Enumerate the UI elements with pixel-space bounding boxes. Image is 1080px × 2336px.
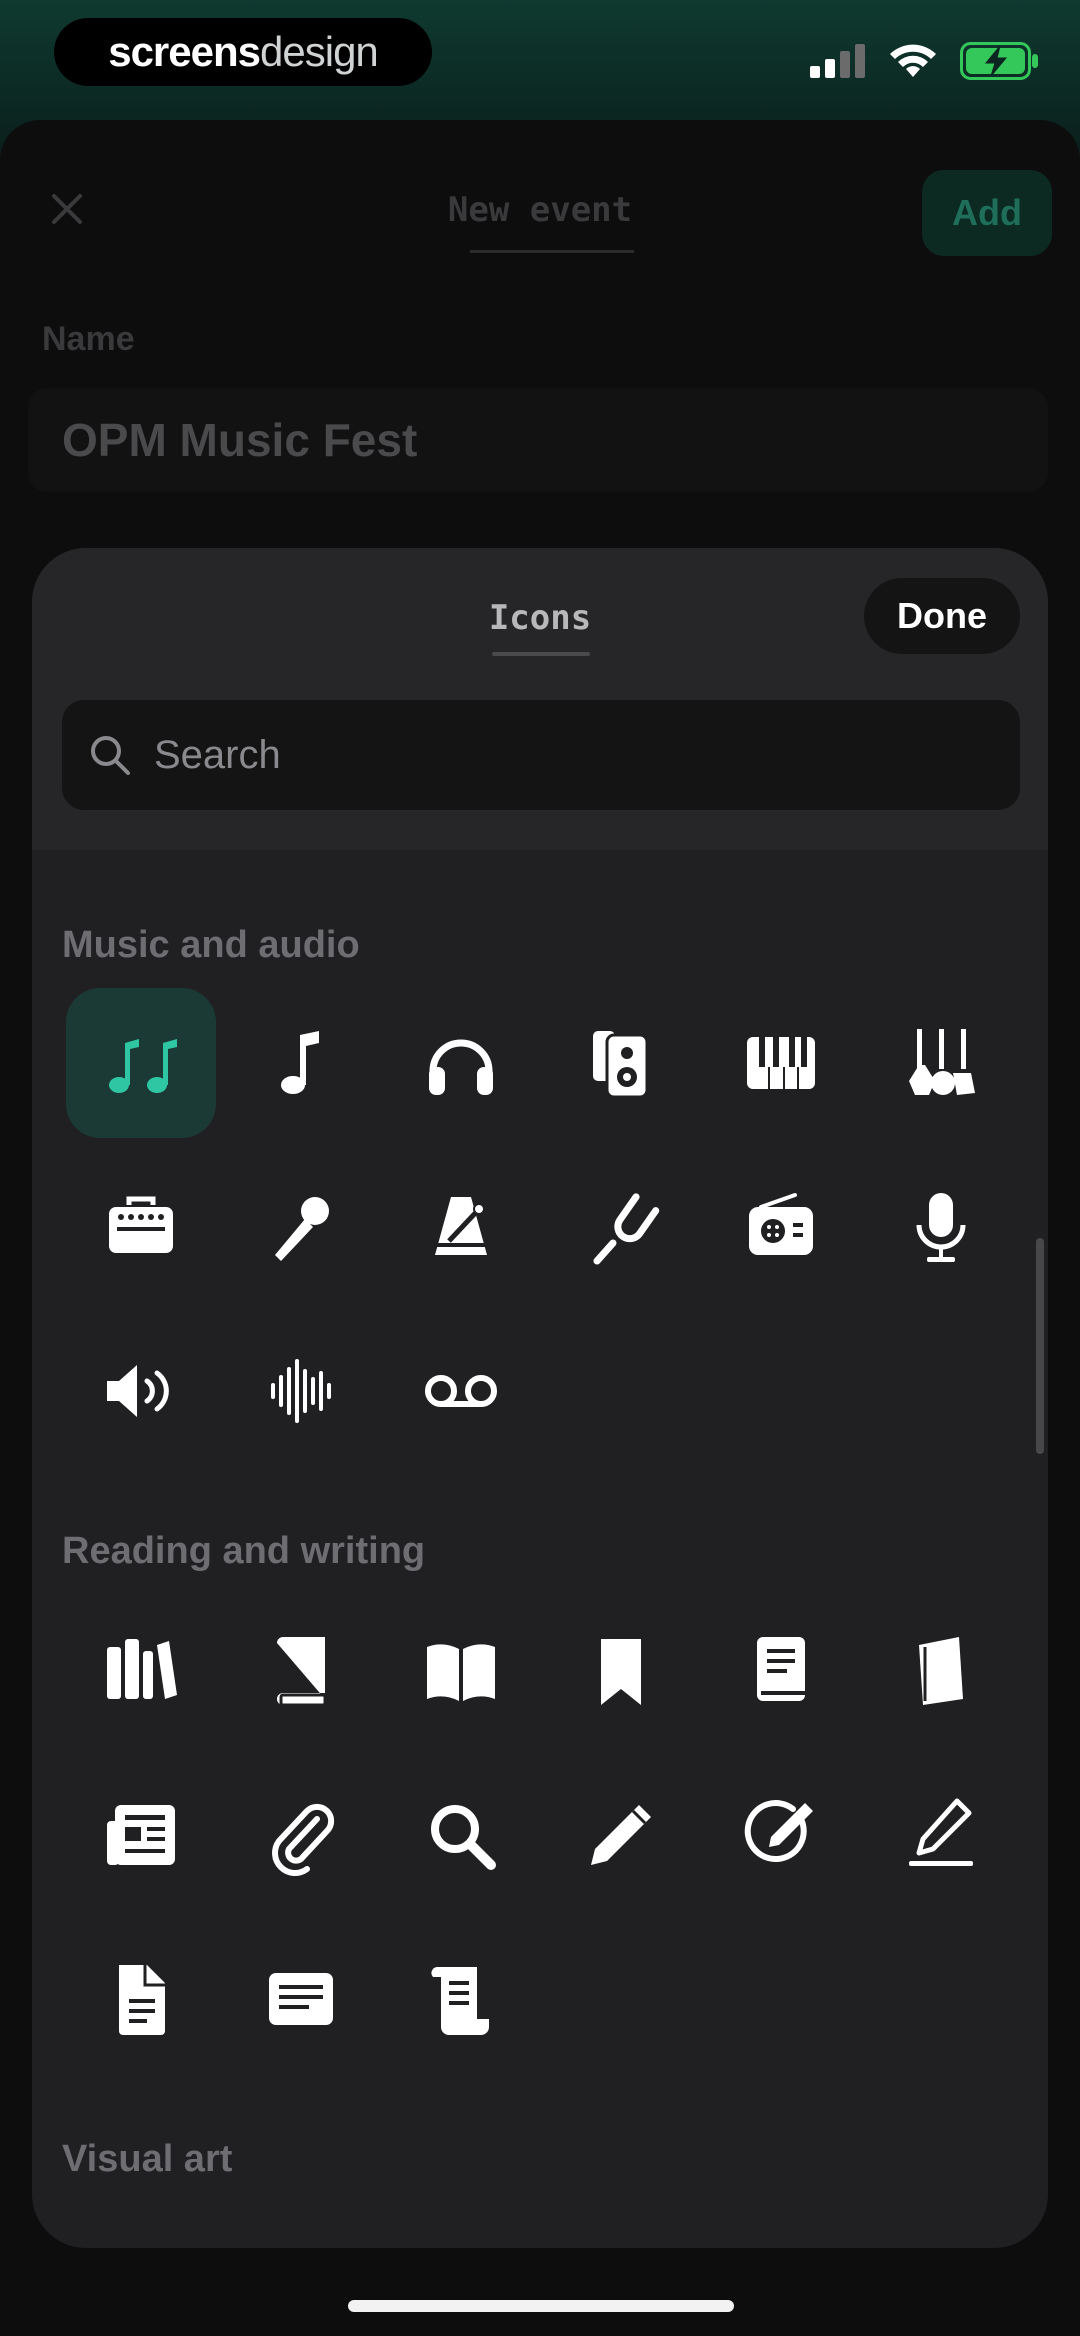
tuning-fork-icon: [593, 1193, 660, 1265]
icon-option-pencil-line[interactable]: [866, 1760, 1016, 1910]
text-box-icon: [269, 1973, 333, 2025]
icon-option-book-closed[interactable]: [226, 1596, 376, 1746]
books-icon: [107, 1639, 177, 1699]
paperclip-icon: [272, 1803, 335, 1876]
icon-option-headphones[interactable]: [386, 988, 536, 1138]
notebook-icon: [919, 1637, 963, 1705]
radio-icon: [749, 1193, 813, 1255]
section-title-visual-art: Visual art: [62, 2138, 233, 2180]
amplifier-icon: [109, 1196, 173, 1253]
scroll-icon: [431, 1967, 489, 2035]
icon-option-handheld-mic[interactable]: [226, 1152, 376, 1302]
speaker-icon: [593, 1031, 649, 1099]
name-field[interactable]: OPM Music Fest: [28, 388, 1048, 492]
music-notes-icon: [109, 1039, 177, 1093]
brand-part-1: screens: [108, 28, 261, 75]
section-title-music: Music and audio: [62, 924, 360, 966]
icon-option-scroll[interactable]: [386, 1924, 536, 2074]
home-indicator[interactable]: [348, 2300, 734, 2312]
speaker-wave-icon: [107, 1365, 169, 1417]
newspaper-icon: [107, 1805, 175, 1865]
search-input[interactable]: [154, 732, 974, 778]
pencil-icon: [591, 1805, 651, 1865]
icon-option-text-book[interactable]: [706, 1596, 856, 1746]
brand-watermark: screens design: [54, 18, 432, 86]
icon-option-notebook[interactable]: [866, 1596, 1016, 1746]
done-button[interactable]: Done: [864, 578, 1020, 654]
bookmark-icon: [601, 1639, 641, 1705]
icon-option-amplifier[interactable]: [66, 1152, 216, 1302]
book-closed-icon: [277, 1637, 327, 1707]
icon-option-speaker-wave[interactable]: [66, 1316, 216, 1466]
status-icons: [810, 42, 1040, 80]
name-label: Name: [42, 320, 135, 358]
icon-option-radio[interactable]: [706, 1152, 856, 1302]
icon-option-music-notes[interactable]: [66, 988, 216, 1138]
microphone-icon: [916, 1193, 966, 1262]
wifi-icon: [890, 44, 936, 77]
icon-option-guitars[interactable]: [866, 988, 1016, 1138]
headphones-icon: [429, 1039, 493, 1095]
piano-keys-icon: [747, 1037, 815, 1089]
metronome-icon: [435, 1197, 487, 1255]
icon-option-microphone[interactable]: [866, 1152, 1016, 1302]
icon-option-pencil-circle[interactable]: [706, 1760, 856, 1910]
music-note-icon: [281, 1031, 319, 1094]
search-box[interactable]: [62, 700, 1020, 810]
battery-icon: [960, 42, 1038, 80]
icon-option-text-box[interactable]: [226, 1924, 376, 2074]
section-title-reading: Reading and writing: [62, 1530, 426, 1572]
document-icon: [119, 1965, 165, 2035]
scrollbar[interactable]: [1036, 1238, 1044, 1454]
status-bar: screens design: [0, 0, 1080, 120]
icon-option-book-open[interactable]: [386, 1596, 536, 1746]
icon-option-magnifier[interactable]: [386, 1760, 536, 1910]
icon-option-music-note[interactable]: [226, 988, 376, 1138]
icon-option-pencil[interactable]: [546, 1760, 696, 1910]
icon-option-tuning-fork[interactable]: [546, 1152, 696, 1302]
pencil-line-icon: [909, 1798, 973, 1866]
icons-sheet-header: Icons Done: [32, 548, 1048, 850]
icon-option-books[interactable]: [66, 1596, 216, 1746]
waveform-icon: [271, 1359, 331, 1423]
icon-option-voicemail[interactable]: [386, 1316, 536, 1466]
pencil-circle-icon: [744, 1800, 813, 1863]
icon-option-metronome[interactable]: [386, 1152, 536, 1302]
icon-option-waveform[interactable]: [226, 1316, 376, 1466]
icon-option-bookmark[interactable]: [546, 1596, 696, 1746]
search-icon: [91, 736, 130, 775]
cellular-signal-icon: [810, 44, 865, 78]
magnifier-icon: [431, 1805, 496, 1870]
icon-option-piano[interactable]: [706, 988, 856, 1138]
add-button[interactable]: Add: [922, 170, 1052, 256]
icons-sheet: Icons Done Music and audio: [32, 548, 1048, 2248]
new-event-title: New event: [447, 190, 633, 230]
text-book-icon: [757, 1637, 805, 1701]
icon-option-newspaper[interactable]: [66, 1760, 216, 1910]
icon-option-speaker[interactable]: [546, 988, 696, 1138]
book-open-icon: [427, 1644, 495, 1701]
title-underline: [470, 250, 634, 253]
microphone-handheld-icon: [275, 1197, 329, 1261]
guitars-icon: [909, 1029, 975, 1095]
icon-option-paperclip[interactable]: [226, 1760, 376, 1910]
icon-option-document[interactable]: [66, 1924, 216, 2074]
icons-title-underline: [492, 652, 590, 656]
brand-part-2: design: [260, 28, 379, 75]
voicemail-icon: [425, 1375, 497, 1407]
